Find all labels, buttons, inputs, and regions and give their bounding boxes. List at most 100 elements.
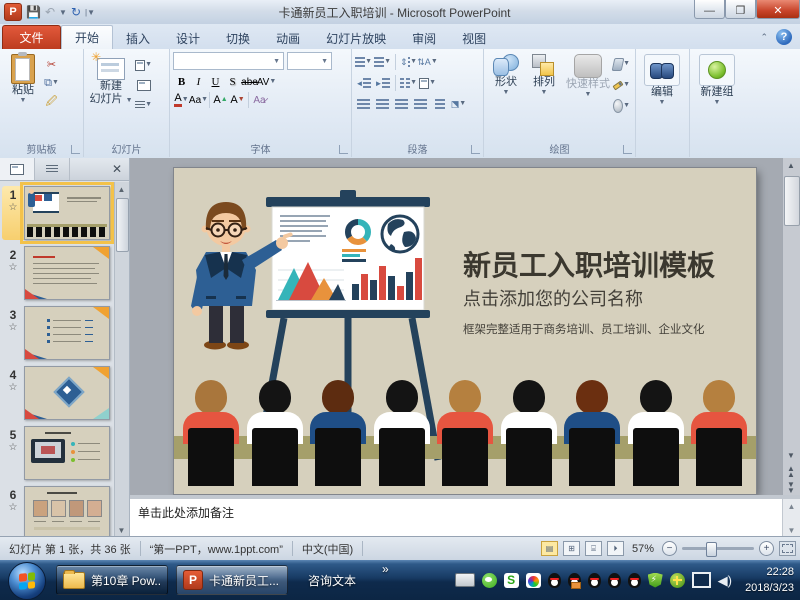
slideshow-button[interactable]: ⏵ bbox=[607, 541, 624, 556]
tab-review[interactable]: 审阅 bbox=[399, 27, 449, 49]
paragraph-dialog-launcher[interactable] bbox=[471, 145, 480, 154]
new-group-button[interactable]: 新建组▼ bbox=[693, 52, 741, 107]
play-animations-icon[interactable]: ☆ bbox=[2, 202, 24, 213]
panel-scrollbar[interactable]: ▲ ▼ bbox=[114, 182, 129, 537]
align-right-icon[interactable] bbox=[393, 96, 410, 112]
editor-scrollbar[interactable]: ▲ ▼ ▲▲ ▼▼ bbox=[782, 158, 800, 495]
play-animations-icon[interactable]: ☆ bbox=[2, 322, 24, 333]
bullets-icon[interactable]: ▼ bbox=[355, 54, 372, 70]
quick-styles-button[interactable]: 快速样式▼ bbox=[563, 52, 613, 114]
notes-pane[interactable]: 单击此处添加备注 ▲ ▼ bbox=[130, 495, 800, 537]
bold-button[interactable]: B bbox=[173, 74, 190, 90]
slides-tab[interactable] bbox=[0, 158, 35, 180]
undo-icon[interactable]: ↶ bbox=[45, 4, 55, 20]
tab-transitions[interactable]: 切换 bbox=[213, 27, 263, 49]
section-icon[interactable]: ▼ bbox=[135, 97, 152, 113]
qq-icon[interactable] bbox=[548, 573, 561, 588]
shape-outline-icon[interactable]: ▼ bbox=[613, 77, 630, 93]
scroll-up-icon[interactable]: ▲ bbox=[783, 499, 800, 513]
slide-caption[interactable]: 框架完整适用于商务培训、员工培训、企业文化 bbox=[463, 321, 748, 337]
redo-icon[interactable]: ↻ bbox=[71, 4, 81, 20]
help-icon[interactable]: ? bbox=[776, 29, 792, 45]
slide-title-block[interactable]: 新员工入职培训模板 点击添加您的公司名称 框架完整适用于商务培训、员工培训、企业… bbox=[463, 250, 748, 337]
fit-to-window-icon[interactable] bbox=[779, 541, 796, 556]
scroll-down-icon[interactable]: ▼ bbox=[783, 523, 800, 537]
audience-row[interactable] bbox=[182, 380, 748, 480]
shape-effects-icon[interactable]: ▼ bbox=[613, 98, 630, 114]
outline-tab[interactable] bbox=[35, 158, 70, 180]
normal-view-button[interactable]: ▤ bbox=[541, 541, 558, 556]
font-dialog-launcher[interactable] bbox=[339, 145, 348, 154]
text-direction-icon[interactable]: ⇅A▼ bbox=[419, 54, 436, 70]
text-shadow-button[interactable]: S bbox=[224, 74, 241, 90]
drawing-dialog-launcher[interactable] bbox=[623, 145, 632, 154]
qq-icon[interactable] bbox=[588, 573, 601, 588]
slide-thumbnail-2[interactable]: 2☆ bbox=[2, 246, 113, 300]
font-color-button[interactable]: A▼ bbox=[173, 92, 190, 108]
notes-scrollbar[interactable]: ▲ ▼ bbox=[782, 499, 800, 537]
taskbar-item-powerpoint[interactable]: P 卡通新员工... bbox=[176, 565, 288, 595]
notes-placeholder[interactable]: 单击此处添加备注 bbox=[130, 499, 800, 526]
network-icon[interactable] bbox=[692, 572, 711, 588]
play-animations-icon[interactable]: ☆ bbox=[2, 382, 24, 393]
character-spacing-button[interactable]: AV▼ bbox=[258, 74, 275, 90]
cut-icon[interactable]: ✂ bbox=[43, 56, 60, 72]
language-indicator[interactable]: 中文(中国) bbox=[293, 541, 363, 556]
italic-button[interactable]: I bbox=[190, 74, 207, 90]
clipboard-dialog-launcher[interactable] bbox=[71, 145, 80, 154]
zoom-slider-thumb[interactable] bbox=[706, 542, 717, 557]
security-shield-icon[interactable] bbox=[648, 573, 663, 588]
layout-icon[interactable]: ▼ bbox=[135, 57, 152, 73]
underline-button[interactable]: U bbox=[207, 74, 224, 90]
align-text-icon[interactable]: ▼ bbox=[419, 75, 436, 91]
qq-briefcase-icon[interactable] bbox=[568, 573, 581, 588]
tab-animations[interactable]: 动画 bbox=[263, 27, 313, 49]
shrink-font-button[interactable]: A▼ bbox=[229, 92, 246, 108]
align-left-icon[interactable] bbox=[355, 96, 372, 112]
scroll-up-icon[interactable]: ▲ bbox=[783, 158, 799, 173]
grow-font-button[interactable]: A▲ bbox=[212, 92, 229, 108]
slide-thumbnail-1[interactable]: 1☆ bbox=[2, 186, 113, 240]
increase-indent-icon[interactable]: ► bbox=[374, 75, 391, 91]
tab-home[interactable]: 开始 bbox=[61, 25, 113, 49]
wechat-icon[interactable] bbox=[482, 573, 497, 588]
paste-button[interactable]: 粘贴▼ bbox=[3, 52, 43, 110]
zoom-out-icon[interactable]: − bbox=[662, 541, 677, 556]
qq-icon[interactable] bbox=[608, 573, 621, 588]
slide-sorter-button[interactable]: ⊞ bbox=[563, 541, 580, 556]
save-icon[interactable]: 💾 bbox=[26, 4, 41, 20]
customize-qat-icon[interactable]: |▼ bbox=[85, 8, 95, 17]
restore-button[interactable]: ❐ bbox=[725, 0, 756, 19]
undo-dropdown-icon[interactable]: ▼ bbox=[59, 8, 67, 17]
powerpoint-icon[interactable]: P bbox=[4, 3, 22, 21]
reset-slide-icon[interactable] bbox=[135, 77, 152, 93]
tab-design[interactable]: 设计 bbox=[163, 27, 213, 49]
slide-thumbnail-3[interactable]: 3☆ bbox=[2, 306, 113, 360]
taskbar-clock[interactable]: 22:28 2018/3/23 bbox=[745, 564, 794, 596]
panel-scroll-thumb[interactable] bbox=[116, 198, 129, 252]
next-slide-icon[interactable]: ▼▼ bbox=[783, 480, 799, 495]
scroll-down-icon[interactable]: ▼ bbox=[783, 448, 799, 463]
numbering-icon[interactable]: ▼ bbox=[374, 54, 391, 70]
font-size-combo[interactable]: ▼ bbox=[287, 52, 332, 70]
zoom-level[interactable]: 57% bbox=[629, 543, 657, 555]
font-name-combo[interactable]: ▼ bbox=[173, 52, 284, 70]
antivirus-icon[interactable] bbox=[670, 573, 685, 588]
clear-formatting-icon[interactable]: Aa̷ bbox=[251, 92, 268, 108]
tab-view[interactable]: 视图 bbox=[449, 27, 499, 49]
tab-file[interactable]: 文件 bbox=[2, 25, 61, 49]
slide-thumbnail-4[interactable]: 4☆ bbox=[2, 366, 113, 420]
messenger-icon[interactable]: S bbox=[504, 573, 519, 588]
close-button[interactable]: ✕ bbox=[756, 0, 800, 19]
slide-subtitle[interactable]: 点击添加您的公司名称 bbox=[463, 285, 748, 311]
shapes-button[interactable]: 形状▼ bbox=[487, 52, 525, 114]
columns-icon[interactable]: ▼ bbox=[400, 75, 417, 91]
line-spacing-icon[interactable]: ⇕▼ bbox=[400, 54, 417, 70]
minimize-button[interactable]: — bbox=[694, 0, 725, 19]
slide-thumbnail-5[interactable]: 5☆ bbox=[2, 426, 113, 480]
format-painter-icon[interactable]: 🖉 bbox=[43, 94, 60, 110]
play-animations-icon[interactable]: ☆ bbox=[2, 442, 24, 453]
previous-slide-icon[interactable]: ▲▲ bbox=[783, 464, 799, 479]
editing-button[interactable]: 编辑▼ bbox=[639, 52, 685, 107]
strikethrough-button[interactable]: abe bbox=[241, 74, 258, 90]
